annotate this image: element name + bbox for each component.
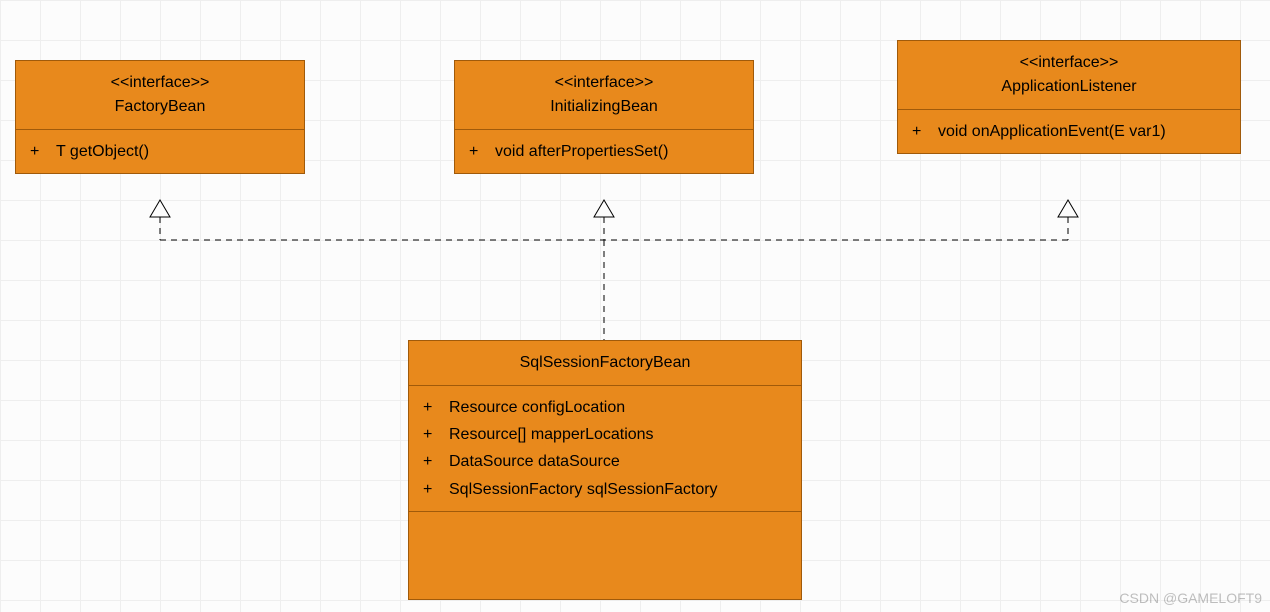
interface-initializingbean: <<interface>> InitializingBean + void af… [454, 60, 754, 174]
attribute-row: + Resource configLocation [423, 394, 787, 421]
attribute-text: DataSource dataSource [449, 448, 620, 475]
class-name: InitializingBean [463, 95, 745, 119]
method-text: T getObject() [56, 138, 149, 165]
methods-section: + T getObject() [16, 130, 304, 173]
visibility-icon: + [912, 118, 924, 145]
interface-factorybean: <<interface>> FactoryBean + T getObject(… [15, 60, 305, 174]
attribute-row: + SqlSessionFactory sqlSessionFactory [423, 476, 787, 503]
attribute-row: + Resource[] mapperLocations [423, 421, 787, 448]
attribute-text: SqlSessionFactory sqlSessionFactory [449, 476, 718, 503]
visibility-icon: + [30, 138, 42, 165]
class-title: <<interface>> InitializingBean [455, 61, 753, 130]
visibility-icon: + [469, 138, 481, 165]
method-text: void afterPropertiesSet() [495, 138, 668, 165]
visibility-icon: + [423, 421, 435, 448]
visibility-icon: + [423, 476, 435, 503]
attribute-text: Resource[] mapperLocations [449, 421, 654, 448]
attribute-text: Resource configLocation [449, 394, 625, 421]
stereotype: <<interface>> [24, 71, 296, 95]
interface-applicationlistener: <<interface>> ApplicationListener + void… [897, 40, 1241, 154]
visibility-icon: + [423, 448, 435, 475]
class-name: ApplicationListener [906, 75, 1232, 99]
methods-section-empty [409, 512, 801, 568]
methods-section: + void onApplicationEvent(E var1) [898, 110, 1240, 153]
class-title: SqlSessionFactoryBean [409, 341, 801, 386]
stereotype: <<interface>> [906, 51, 1232, 75]
method-row: + void onApplicationEvent(E var1) [912, 118, 1226, 145]
class-sqlsessionfactorybean: SqlSessionFactoryBean + Resource configL… [408, 340, 802, 600]
methods-section: + void afterPropertiesSet() [455, 130, 753, 173]
class-name: FactoryBean [24, 95, 296, 119]
method-row: + void afterPropertiesSet() [469, 138, 739, 165]
visibility-icon: + [423, 394, 435, 421]
attribute-row: + DataSource dataSource [423, 448, 787, 475]
class-title: <<interface>> FactoryBean [16, 61, 304, 130]
method-row: + T getObject() [30, 138, 290, 165]
class-name: SqlSessionFactoryBean [417, 351, 793, 375]
watermark: CSDN @GAMELOFT9 [1119, 590, 1262, 606]
class-title: <<interface>> ApplicationListener [898, 41, 1240, 110]
method-text: void onApplicationEvent(E var1) [938, 118, 1166, 145]
attributes-section: + Resource configLocation + Resource[] m… [409, 386, 801, 512]
stereotype: <<interface>> [463, 71, 745, 95]
